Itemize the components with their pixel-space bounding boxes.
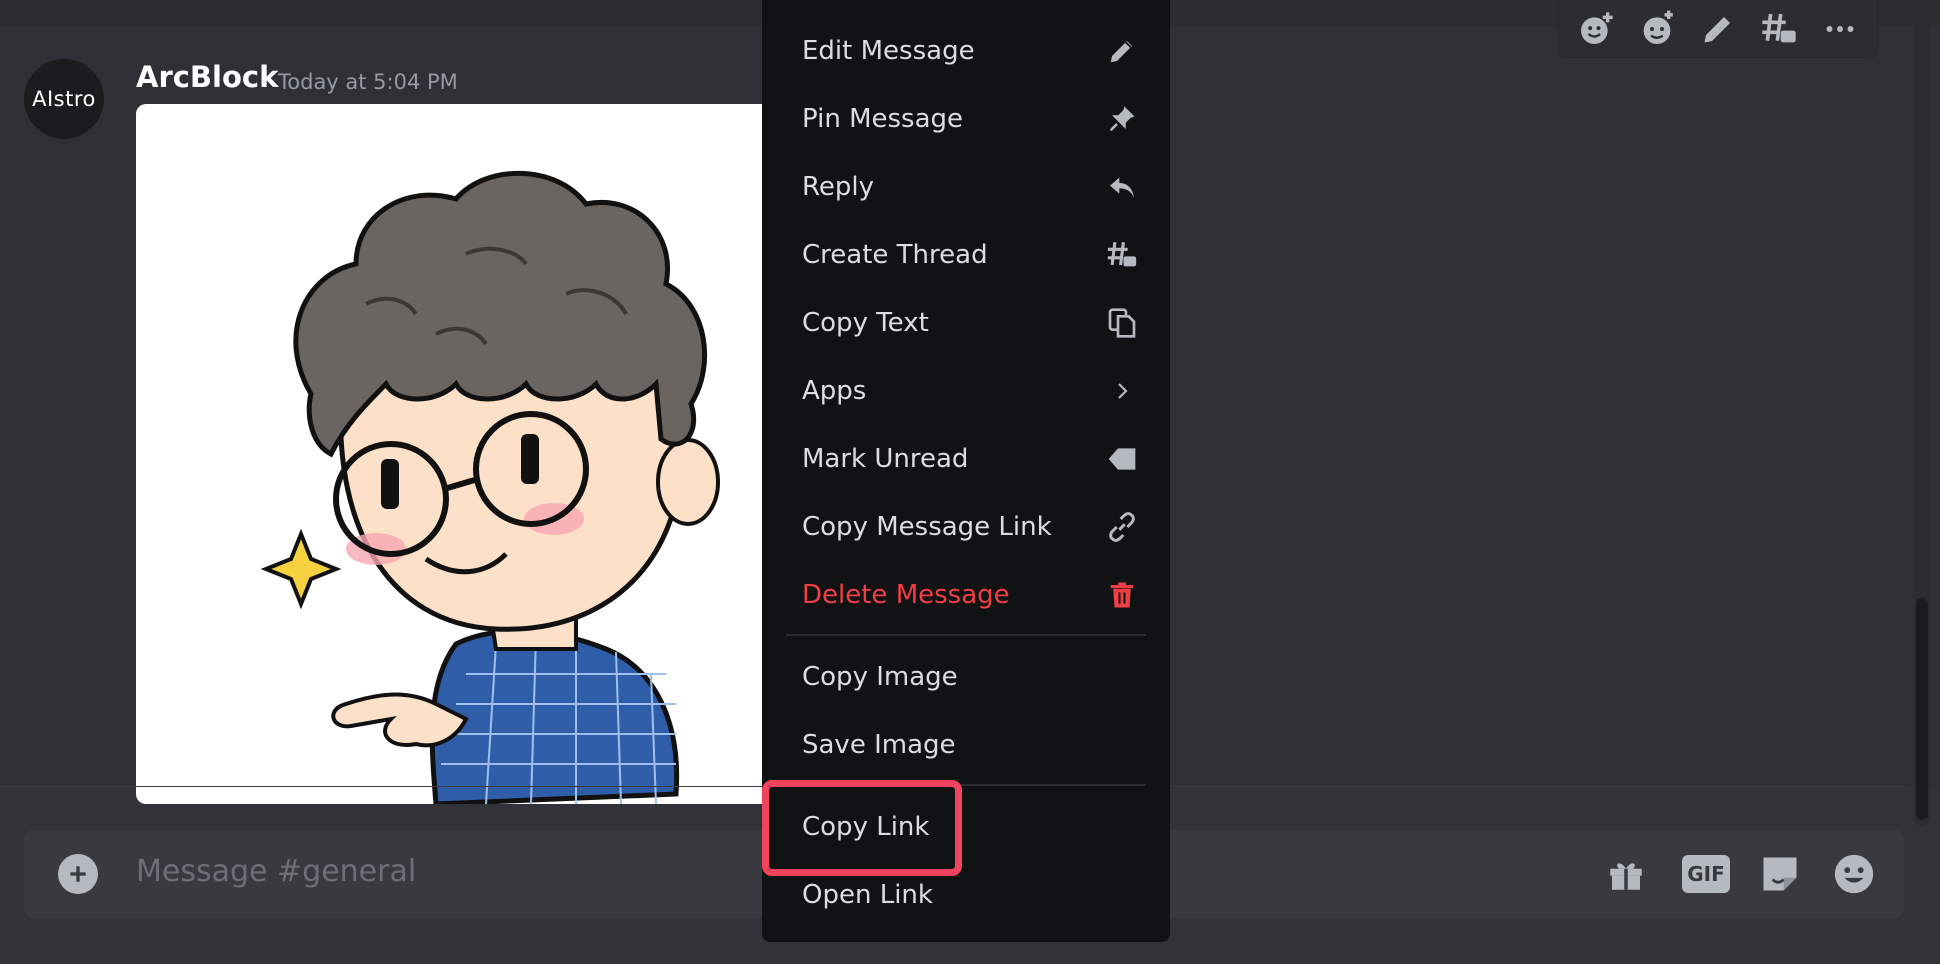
emoji-button[interactable] — [1828, 848, 1880, 900]
add-attachment-button[interactable] — [58, 854, 98, 894]
menu-item-label: Open Link — [802, 880, 933, 910]
menu-item-label: Save Image — [802, 730, 956, 760]
pencil-icon — [1104, 33, 1140, 69]
menu-item-label: Pin Message — [802, 104, 964, 134]
menu-item-open-link[interactable]: Open Link — [770, 864, 1162, 926]
menu-separator — [786, 634, 1146, 636]
create-thread-icon[interactable] — [1757, 7, 1801, 51]
more-icon[interactable] — [1818, 7, 1862, 51]
menu-item-edit-message[interactable]: Edit Message — [770, 20, 1162, 82]
trash-icon — [1104, 577, 1140, 613]
menu-item-label: Create Thread — [802, 240, 988, 270]
menu-item-copy-link[interactable]: Copy Link — [770, 796, 1162, 858]
menu-item-label: Edit Message — [802, 36, 975, 66]
menu-item-create-thread[interactable]: Create Thread — [770, 224, 1162, 286]
menu-item-label: Copy Text — [802, 308, 929, 338]
gif-icon: GIF — [1682, 855, 1730, 893]
gift-icon — [1610, 863, 1642, 890]
menu-item-copy-image[interactable]: Copy Image — [770, 646, 1162, 708]
super-reaction-icon[interactable] — [1635, 7, 1679, 51]
sticker-icon — [1763, 857, 1797, 891]
gif-button[interactable]: GIF — [1680, 848, 1732, 900]
reply-icon — [1104, 169, 1140, 205]
menu-item-delete-message[interactable]: Delete Message — [770, 564, 1162, 626]
menu-item-label: Delete Message — [802, 580, 1010, 610]
message-timestamp: Today at 5:04 PM — [278, 70, 458, 94]
cartoon-avatar-illustration — [260, 170, 720, 804]
thread-icon — [1104, 237, 1140, 273]
menu-item-label: Reply — [802, 172, 875, 202]
menu-item-reply[interactable]: Reply — [770, 156, 1162, 218]
menu-item-mark-unread[interactable]: Mark Unread — [770, 428, 1162, 490]
menu-item-label: Copy Image — [802, 662, 958, 692]
scrollbar-thumb[interactable] — [1916, 598, 1928, 820]
message-context-menu: Edit Message Pin Message Reply Create Th… — [762, 0, 1170, 942]
menu-item-save-image[interactable]: Save Image — [770, 714, 1162, 776]
mark-unread-icon — [1104, 441, 1140, 477]
pin-icon — [1104, 101, 1140, 137]
sticker-button[interactable] — [1754, 848, 1806, 900]
gift-button[interactable] — [1600, 848, 1652, 900]
link-icon — [1104, 509, 1140, 545]
menu-item-pin-message[interactable]: Pin Message — [770, 88, 1162, 150]
menu-item-label: Copy Message Link — [802, 512, 1052, 542]
menu-item-label: Mark Unread — [802, 444, 969, 474]
copy-icon — [1104, 305, 1140, 341]
plus-icon — [70, 866, 86, 882]
emoji-icon — [1834, 854, 1874, 894]
menu-separator — [786, 784, 1146, 786]
add-reaction-icon[interactable] — [1574, 7, 1618, 51]
message-hover-toolbar — [1558, 0, 1878, 58]
menu-item-apps[interactable]: Apps — [770, 360, 1162, 422]
menu-item-copy-message-link[interactable]: Copy Message Link — [770, 496, 1162, 558]
avatar-text: AIstro — [32, 87, 96, 111]
message-input[interactable]: Message #general — [136, 854, 416, 889]
menu-item-copy-text[interactable]: Copy Text — [770, 292, 1162, 354]
menu-item-label: Apps — [802, 376, 867, 406]
chevron-right-icon — [1104, 373, 1140, 409]
message-image-attachment[interactable] — [136, 104, 776, 804]
edit-icon[interactable] — [1696, 7, 1740, 51]
menu-item-label: Copy Link — [802, 812, 930, 842]
message-author[interactable]: ArcBlock — [136, 60, 278, 94]
avatar[interactable]: AIstro — [24, 59, 104, 139]
